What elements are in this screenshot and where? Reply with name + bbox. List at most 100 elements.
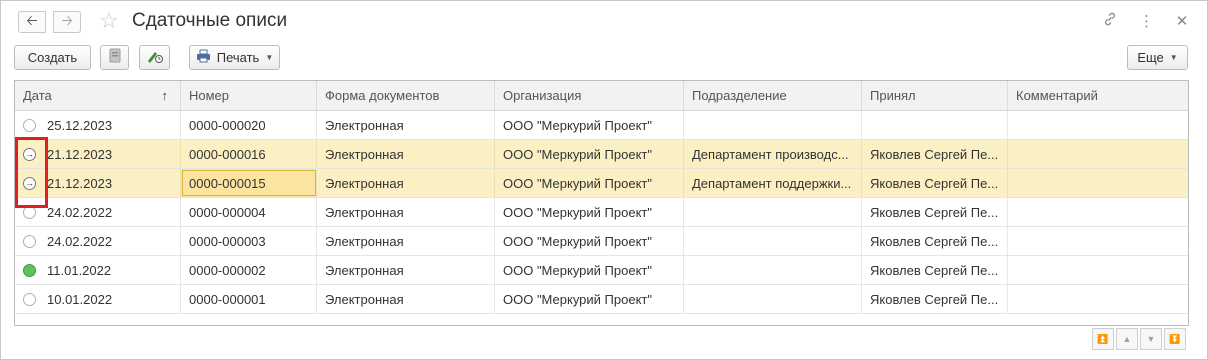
table-row[interactable]: 24.02.2022 0000-000003 Электронная ООО "Мер…: [15, 227, 1188, 256]
cell-number[interactable]: 0000-000001: [181, 285, 317, 313]
table-row[interactable]: → 21.12.2023 0000-000015 Электронная ООО "Ме…: [15, 169, 1188, 198]
column-header-comment[interactable]: Комментарий: [1008, 81, 1188, 110]
cell-date[interactable]: 24.02.2022: [15, 227, 181, 255]
more-vertical-icon[interactable]: ⋮: [1139, 12, 1154, 30]
cell-comment[interactable]: [1008, 227, 1188, 255]
cell-date[interactable]: 25.12.2023: [15, 111, 181, 139]
status-empty-icon: [23, 235, 36, 248]
edit-button[interactable]: [139, 45, 170, 70]
cell-number[interactable]: 0000-000003: [181, 227, 317, 255]
cell-accepted[interactable]: Яковлев Сергей Пе...: [862, 227, 1008, 255]
chevron-down-icon: ▼: [1146, 334, 1156, 344]
column-header-organization[interactable]: Организация: [495, 81, 684, 110]
column-header-department[interactable]: Подразделение: [684, 81, 862, 110]
cell-number[interactable]: 0000-000004: [181, 198, 317, 226]
date-value: 21.12.2023: [47, 175, 113, 191]
table-row[interactable]: 24.02.2022 0000-000004 Электронная ООО "Мер…: [15, 198, 1188, 227]
date-value: 11.01.2022: [47, 262, 112, 278]
date-value: 24.02.2022: [47, 204, 113, 220]
cell-organization[interactable]: ООО "Меркурий Проект": [495, 227, 684, 255]
window-controls: ⋮ ✕: [1103, 12, 1189, 30]
cell-department[interactable]: Департамент производс...: [684, 140, 862, 168]
window: 🡠 🡢 ☆ Сдаточные описи ⋮ ✕ Создать Печать…: [0, 0, 1208, 360]
column-header-date[interactable]: Дата ↑: [15, 81, 181, 110]
cell-comment[interactable]: [1008, 169, 1188, 197]
cell-form[interactable]: Электронная: [317, 256, 495, 284]
cell-accepted[interactable]: Яковлев Сергей Пе...: [862, 198, 1008, 226]
status-empty-icon: [23, 119, 36, 132]
annotation-highlight-box: [15, 137, 48, 208]
document-button[interactable]: [100, 45, 129, 70]
cell-form[interactable]: Электронная: [317, 285, 495, 313]
column-header-form[interactable]: Форма документов: [317, 81, 495, 110]
cell-accepted[interactable]: Яковлев Сергей Пе...: [862, 256, 1008, 284]
sort-ascending-icon: ↑: [161, 88, 169, 103]
cell-accepted[interactable]: [862, 111, 1008, 139]
cell-comment[interactable]: [1008, 140, 1188, 168]
printer-icon: [196, 49, 211, 66]
table-row[interactable]: 25.12.2023 0000-000020 Электронная ООО "Мер…: [15, 111, 1188, 140]
cell-organization[interactable]: ООО "Меркурий Проект": [495, 285, 684, 313]
cell-comment[interactable]: [1008, 198, 1188, 226]
cell-organization[interactable]: ООО "Меркурий Проект": [495, 256, 684, 284]
column-header-accepted[interactable]: Принял: [862, 81, 1008, 110]
more-button[interactable]: Еще ▼: [1127, 45, 1188, 70]
cell-comment[interactable]: [1008, 111, 1188, 139]
cell-form[interactable]: Электронная: [317, 169, 495, 197]
cell-accepted[interactable]: Яковлев Сергей Пе...: [862, 140, 1008, 168]
documents-table[interactable]: Дата ↑ Номер Форма документов Организаци…: [14, 80, 1189, 326]
table-row[interactable]: 10.01.2022 0000-000001 Электронная ООО "Мер…: [15, 285, 1188, 314]
column-header-number[interactable]: Номер: [181, 81, 317, 110]
last-page-button[interactable]: ⏬: [1164, 328, 1186, 350]
pagination: ⏫ ▲ ▼ ⏬: [1092, 328, 1186, 350]
cell-form[interactable]: Электронная: [317, 198, 495, 226]
cell-department[interactable]: [684, 285, 862, 313]
link-icon[interactable]: [1103, 12, 1117, 30]
cell-department[interactable]: [684, 227, 862, 255]
first-page-button[interactable]: ⏫: [1092, 328, 1114, 350]
cell-date[interactable]: 10.01.2022: [15, 285, 181, 313]
cell-department[interactable]: [684, 111, 862, 139]
cell-number[interactable]: 0000-000020: [181, 111, 317, 139]
create-button[interactable]: Создать: [14, 45, 91, 70]
status-empty-icon: [23, 293, 36, 306]
chevron-down-icon: ▼: [1169, 53, 1178, 62]
last-page-icon: ⏬: [1169, 333, 1181, 344]
table-row[interactable]: → 21.12.2023 0000-000016 Электронная ООО "Ме…: [15, 140, 1188, 169]
pen-clock-icon: [146, 48, 164, 67]
cell-accepted[interactable]: Яковлев Сергей Пе...: [862, 285, 1008, 313]
cell-form[interactable]: Электронная: [317, 140, 495, 168]
arrow-left-icon: 🡠: [26, 12, 38, 28]
cell-form[interactable]: Электронная: [317, 227, 495, 255]
cell-comment[interactable]: [1008, 285, 1188, 313]
cell-number[interactable]: 0000-000002: [181, 256, 317, 284]
forward-button[interactable]: 🡢: [53, 11, 81, 33]
cell-organization[interactable]: ООО "Меркурий Проект": [495, 111, 684, 139]
document-icon: [108, 48, 122, 67]
cell-organization[interactable]: ООО "Меркурий Проект": [495, 140, 684, 168]
cell-organization[interactable]: ООО "Меркурий Проект": [495, 198, 684, 226]
cell-date[interactable]: 11.01.2022: [15, 256, 181, 284]
print-button[interactable]: Печать ▼: [189, 45, 280, 70]
next-page-button[interactable]: ▼: [1140, 328, 1162, 350]
cell-number[interactable]: 0000-000016: [181, 140, 317, 168]
cell-comment[interactable]: [1008, 256, 1188, 284]
table-row[interactable]: 11.01.2022 0000-000002 Электронная ООО "Мер…: [15, 256, 1188, 285]
cell-number[interactable]: 0000-000015: [181, 169, 317, 197]
date-value: 24.02.2022: [47, 233, 113, 249]
cell-department[interactable]: Департамент поддержки...: [684, 169, 862, 197]
cell-form[interactable]: Электронная: [317, 111, 495, 139]
star-icon[interactable]: ☆: [99, 9, 119, 33]
chevron-up-icon: ▲: [1122, 334, 1132, 344]
close-icon[interactable]: ✕: [1175, 12, 1189, 30]
cell-department[interactable]: [684, 256, 862, 284]
page-title: Сдаточные описи: [132, 10, 288, 31]
arrow-right-icon: 🡢: [61, 12, 73, 28]
cell-department[interactable]: [684, 198, 862, 226]
status-green-icon: [23, 264, 36, 277]
cell-organization[interactable]: ООО "Меркурий Проект": [495, 169, 684, 197]
prev-page-button[interactable]: ▲: [1116, 328, 1138, 350]
cell-accepted[interactable]: Яковлев Сергей Пе...: [862, 169, 1008, 197]
back-button[interactable]: 🡠: [18, 11, 46, 33]
date-value: 10.01.2022: [47, 291, 113, 307]
